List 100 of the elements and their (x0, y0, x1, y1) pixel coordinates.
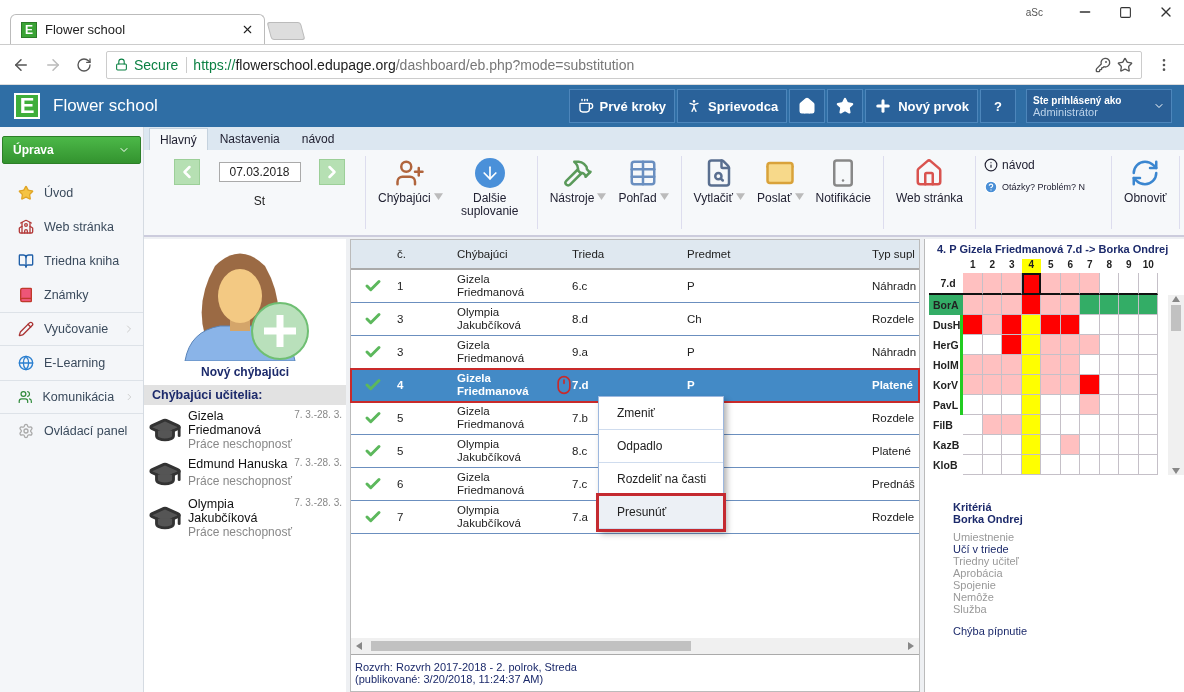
timetable-cell[interactable] (1099, 375, 1119, 395)
timetable-cell[interactable] (982, 415, 1002, 435)
timetable-cell[interactable] (1138, 375, 1158, 395)
toolbar-button[interactable]: Notifikácie (811, 156, 875, 207)
timetable-cell[interactable] (1080, 335, 1100, 355)
home-button[interactable] (789, 89, 826, 123)
timetable-cell[interactable] (1119, 455, 1139, 475)
timetable-cell[interactable] (1002, 335, 1022, 355)
horizontal-scrollbar[interactable] (351, 638, 919, 654)
address-field[interactable]: Secure https://flowerschool.edupage.org/dashboard/eb.php?mode=substitution (106, 50, 1142, 79)
timetable-cell[interactable] (1099, 273, 1119, 295)
teacher-code[interactable]: KazB (929, 435, 963, 455)
teacher-code[interactable]: BorA (929, 295, 963, 315)
timetable-cell[interactable] (982, 273, 1002, 295)
column-header[interactable]: Trieda (570, 248, 685, 260)
timetable-cell[interactable] (1002, 355, 1022, 375)
help-button[interactable]: ? (980, 89, 1016, 123)
timetable-cell[interactable] (1041, 295, 1061, 315)
timetable-cell[interactable] (1041, 395, 1061, 415)
sidebar-item[interactable]: Ovládací panel (0, 414, 143, 448)
timetable-cell[interactable] (1041, 355, 1061, 375)
timetable-cell[interactable] (963, 295, 983, 315)
timetable-cell[interactable] (982, 375, 1002, 395)
timetable-cell[interactable] (1119, 295, 1139, 315)
timetable-cell[interactable] (1041, 435, 1061, 455)
new-absent-link[interactable]: Nový chýbajúci (201, 365, 289, 379)
timetable-cell[interactable] (1002, 415, 1022, 435)
table-row[interactable]: 3 Olympia Jakubčíková 8.d Ch Rozdele (351, 303, 919, 336)
column-header[interactable]: Predmet (685, 248, 870, 260)
toolbar-button[interactable]: Dalšie suplovanie (450, 156, 529, 220)
column-header[interactable]: Chýbajúci (455, 248, 570, 260)
timetable-cell[interactable] (1021, 375, 1041, 395)
sidebar-item[interactable]: E-Learning (0, 346, 143, 380)
timetable-cell[interactable] (1119, 315, 1139, 335)
sidebar-item[interactable]: Úvod (0, 176, 143, 210)
timetable-cell[interactable] (1041, 273, 1061, 295)
header-button[interactable]: Prvé kroky (568, 89, 676, 123)
timetable-cell[interactable] (1002, 435, 1022, 455)
date-field[interactable]: 07.03.2018 (218, 162, 301, 182)
timetable-cell[interactable] (1138, 435, 1158, 455)
timetable-cell[interactable] (1138, 295, 1158, 315)
timetable-cell[interactable] (1080, 295, 1100, 315)
timetable-cell[interactable] (1099, 435, 1119, 455)
timetable-cell[interactable] (982, 295, 1002, 315)
timetable-cell[interactable] (1080, 395, 1100, 415)
timetable-cell[interactable] (982, 315, 1002, 335)
toolbar-button[interactable]: Pohľad (614, 156, 673, 207)
timetable-cell[interactable] (1080, 273, 1100, 295)
timetable-cell[interactable] (1060, 415, 1080, 435)
timetable-cell[interactable] (1021, 355, 1041, 375)
refresh-button[interactable]: Obnoviť (1120, 156, 1171, 207)
timetable-cell[interactable] (963, 335, 983, 355)
timetable-cell[interactable] (1080, 435, 1100, 455)
menu-item[interactable]: Presunúť (599, 496, 723, 529)
bookmark-star-icon[interactable] (1117, 56, 1133, 73)
previous-day-button[interactable] (174, 159, 200, 185)
timetable-cell[interactable] (1002, 315, 1022, 335)
header-button[interactable]: Nový prvok (865, 89, 978, 123)
timetable-cell[interactable] (1060, 375, 1080, 395)
sidebar-item[interactable]: Vyučovanie (0, 312, 143, 346)
guide-link[interactable]: návod (984, 158, 1104, 172)
scroll-thumb[interactable] (371, 641, 691, 651)
tab[interactable]: návod (291, 128, 345, 150)
table-row[interactable]: 4 Gizela Friedmanová 7.d P Platené (351, 369, 919, 402)
teacher-code[interactable]: FilB (929, 415, 963, 435)
timetable-cell[interactable] (1138, 355, 1158, 375)
timetable-cell[interactable] (1041, 375, 1061, 395)
timetable-cell[interactable] (963, 355, 983, 375)
teacher-name[interactable]: Gizela Friedmanová (188, 409, 293, 437)
sidebar-item[interactable]: Známky (0, 278, 143, 312)
toolbar-button[interactable]: Web stránka (891, 156, 968, 207)
timetable-cell[interactable] (1099, 315, 1119, 335)
scroll-thumb[interactable] (1171, 305, 1181, 331)
timetable-cell[interactable] (1099, 295, 1119, 315)
timetable-cell[interactable] (1021, 273, 1041, 295)
timetable-cell[interactable] (1119, 415, 1139, 435)
sidebar-item[interactable]: Web stránka (0, 210, 143, 244)
timetable-cell[interactable] (1138, 415, 1158, 435)
timetable-cell[interactable] (1060, 455, 1080, 475)
maximize-icon[interactable] (1119, 5, 1132, 19)
timetable-cell[interactable] (1041, 415, 1061, 435)
timetable-cell[interactable] (963, 395, 983, 415)
toolbar-button[interactable]: Nástroje (545, 156, 611, 207)
browser-tab[interactable]: E Flower school (10, 14, 265, 44)
missing-beep-link[interactable]: Chýba pípnutie (953, 625, 1184, 637)
timetable-cell[interactable] (1119, 335, 1139, 355)
column-header[interactable]: Typ supl (870, 248, 919, 260)
timetable-cell[interactable] (1041, 315, 1061, 335)
timetable-cell[interactable] (1099, 455, 1119, 475)
timetable-cell[interactable] (1138, 335, 1158, 355)
timetable-cell[interactable] (1041, 455, 1061, 475)
timetable-cell[interactable] (1021, 435, 1041, 455)
timetable-cell[interactable] (1099, 355, 1119, 375)
timetable-cell[interactable] (1080, 415, 1100, 435)
timetable-cell[interactable] (1119, 435, 1139, 455)
teacher-name[interactable]: Edmund Hanuska (188, 457, 293, 474)
questions-link[interactable]: Otázky? Problém? N (984, 180, 1104, 194)
sidebar-item[interactable]: Komunikácia (0, 380, 143, 414)
timetable-cell[interactable] (1060, 273, 1080, 295)
timetable-cell[interactable] (1099, 395, 1119, 415)
